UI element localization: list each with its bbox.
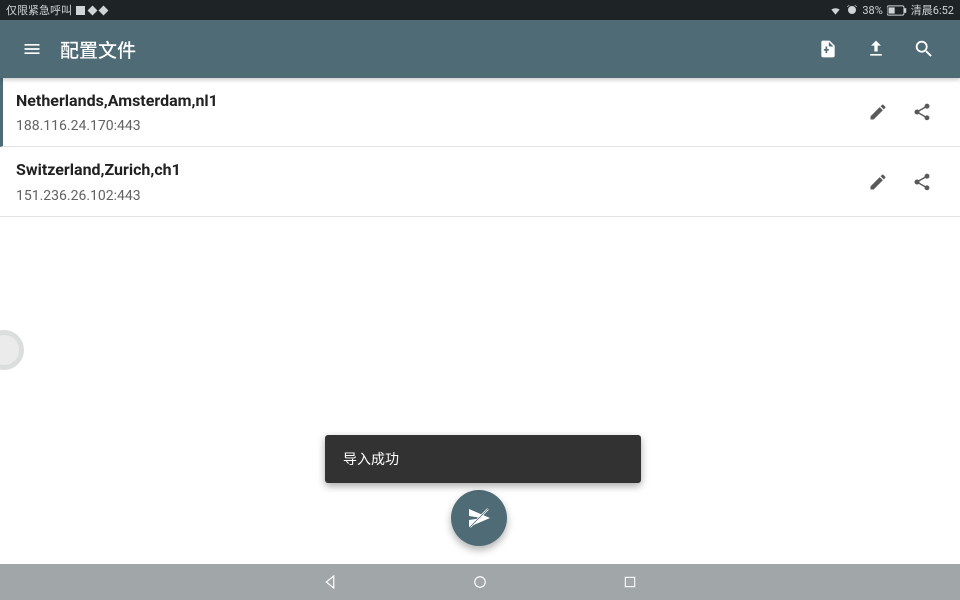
- profile-name: Netherlands,Amsterdam,nl1: [16, 90, 856, 112]
- nav-home-button[interactable]: [460, 564, 500, 600]
- profile-address: 188.116.24.170:443: [16, 118, 856, 134]
- share-icon: [912, 102, 932, 122]
- alarm-icon: [846, 4, 858, 16]
- status-time-text: 清晨6:52: [911, 2, 954, 18]
- hamburger-icon: [22, 39, 42, 59]
- file-plus-icon: [818, 38, 838, 60]
- nav-back-button[interactable]: [310, 564, 350, 600]
- status-bar: 仅限紧急呼叫 38% 清晨6:52: [0, 0, 960, 20]
- share-button[interactable]: [900, 162, 944, 202]
- upload-icon: [866, 38, 886, 60]
- system-nav-bar: [0, 564, 960, 600]
- app-bar: 配置文件: [0, 20, 960, 78]
- page-title: 配置文件: [60, 36, 136, 63]
- toast-text: 导入成功: [343, 452, 399, 468]
- nav-recent-button[interactable]: [610, 564, 650, 600]
- share-icon: [912, 172, 932, 192]
- pencil-icon: [868, 102, 888, 122]
- wifi-icon: [829, 5, 842, 16]
- battery-icon: [887, 5, 907, 16]
- upload-button[interactable]: [852, 25, 900, 73]
- square-recent-icon: [622, 574, 638, 590]
- assist-handle[interactable]: [0, 330, 24, 370]
- profile-list: Netherlands,Amsterdam,nl1 188.116.24.170…: [0, 78, 960, 217]
- status-bt-icon-2: [99, 5, 109, 15]
- new-file-button[interactable]: [804, 25, 852, 73]
- pencil-icon: [868, 172, 888, 192]
- status-emergency-text: 仅限紧急呼叫: [6, 2, 72, 18]
- edit-button[interactable]: [856, 92, 900, 132]
- circle-home-icon: [471, 573, 489, 591]
- share-button[interactable]: [900, 92, 944, 132]
- plane-off-icon: [467, 506, 491, 530]
- connect-fab[interactable]: [451, 490, 507, 546]
- profile-name: Switzerland,Zurich,ch1: [16, 159, 856, 181]
- toast: 导入成功: [325, 435, 641, 483]
- status-sim-icon: [76, 6, 85, 15]
- menu-button[interactable]: [12, 29, 52, 69]
- triangle-back-icon: [321, 573, 339, 591]
- profile-row[interactable]: Switzerland,Zurich,ch1 151.236.26.102:44…: [0, 147, 960, 216]
- status-bt-icon: [88, 5, 98, 15]
- search-icon: [913, 38, 935, 60]
- status-battery-text: 38%: [862, 4, 882, 17]
- edit-button[interactable]: [856, 162, 900, 202]
- profile-row[interactable]: Netherlands,Amsterdam,nl1 188.116.24.170…: [0, 78, 960, 147]
- search-button[interactable]: [900, 25, 948, 73]
- profile-address: 151.236.26.102:443: [16, 188, 856, 204]
